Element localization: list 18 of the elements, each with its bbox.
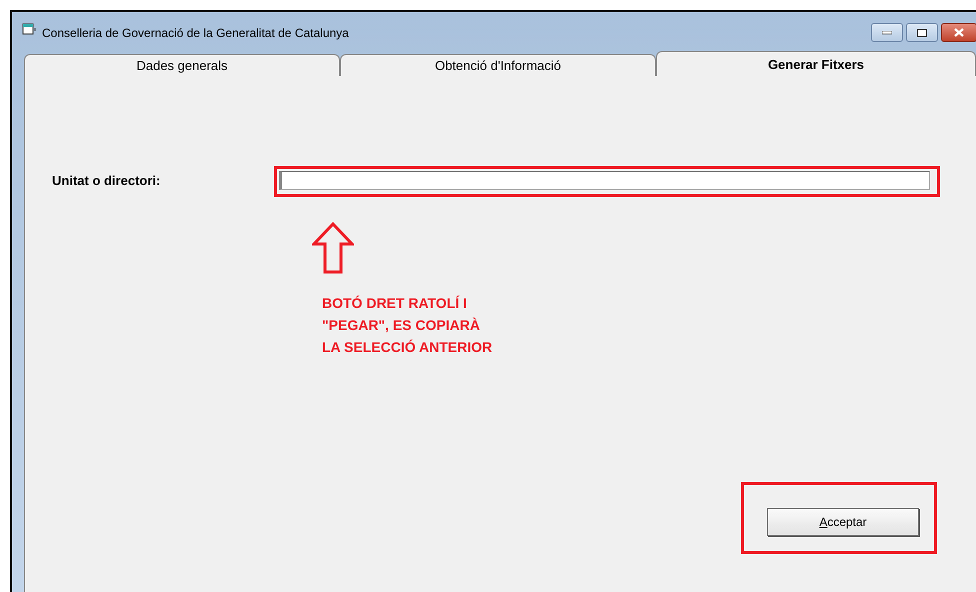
close-icon — [954, 28, 964, 37]
tab[interactable]: Obtenció d'Informació — [340, 54, 656, 76]
minimize-icon — [882, 30, 892, 34]
field-label: Unitat o directori: — [52, 173, 162, 188]
tab[interactable]: Generar Fitxers — [656, 51, 976, 76]
accept-button[interactable]: Acceptar — [767, 508, 919, 536]
maximize-button[interactable] — [906, 23, 938, 42]
annotation-text: "PEGAR", ES COPIARÀ — [322, 316, 481, 335]
maximize-icon — [917, 28, 927, 36]
window-app-icon — [22, 22, 38, 36]
window-title: Conselleria de Governació de la Generalitat de Catalunya — [42, 26, 350, 40]
annotation-text: LA SELECCIÓ ANTERIOR — [322, 338, 494, 357]
close-button[interactable] — [941, 23, 976, 42]
directory-input-field[interactable] — [279, 171, 930, 190]
tab[interactable]: Dades generals — [24, 54, 340, 76]
up-arrow-icon — [312, 222, 354, 274]
annotation-text: BOTÓ DRET RATOLÍ I — [322, 294, 468, 313]
minimize-button[interactable] — [871, 23, 903, 42]
